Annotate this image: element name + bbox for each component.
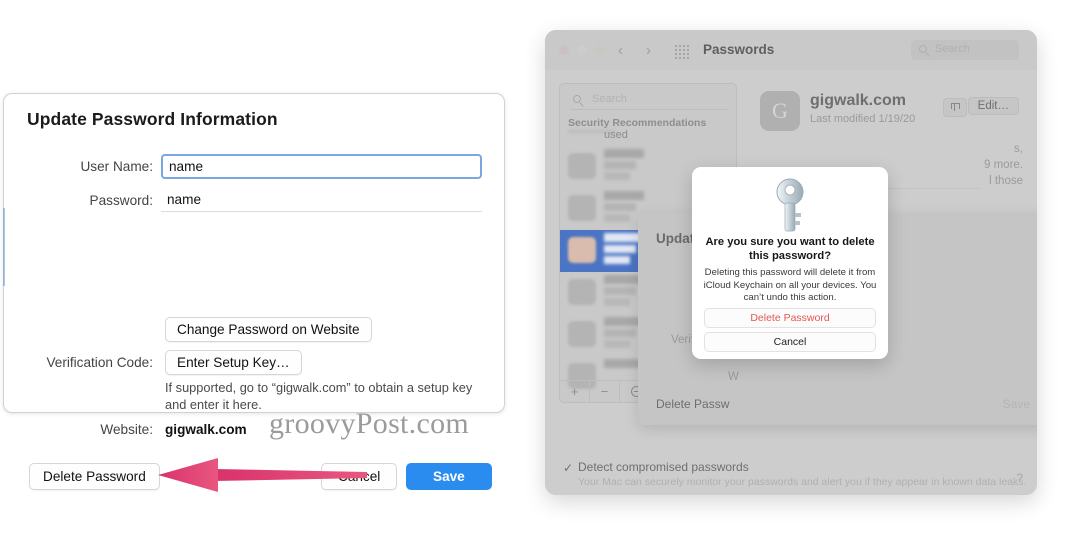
detect-compromised-label: Detect compromised passwords — [578, 460, 749, 474]
share-icon[interactable] — [943, 98, 967, 117]
username-row: User Name: — [21, 154, 482, 179]
list-item-line — [604, 172, 630, 180]
minimize-button-icon[interactable] — [577, 45, 587, 55]
delete-confirmation-alert: Are you sure you want to delete this pas… — [692, 167, 888, 359]
list-item-line — [604, 191, 644, 200]
last-modified-label: Last modified 1/19/20 — [810, 113, 916, 125]
search-icon — [919, 45, 927, 53]
list-item-line — [604, 203, 636, 211]
watermark: groovyPost.com — [269, 407, 470, 440]
list-item-thumb — [568, 237, 596, 263]
cancel-button[interactable]: Cancel — [321, 463, 398, 490]
toolbar-search-input[interactable]: Search — [911, 40, 1019, 60]
list-item-line — [604, 298, 630, 306]
detail-fragment: s, — [1014, 143, 1023, 155]
username-label: User Name: — [80, 159, 153, 174]
alert-body: Deleting this password will delete it fr… — [703, 267, 877, 303]
site-name: gigwalk.com — [810, 92, 907, 109]
back-chevron-icon[interactable]: ‹ — [618, 42, 623, 59]
key-icon — [769, 176, 811, 239]
detail-fragment: l those — [989, 175, 1023, 187]
save-button[interactable]: Save — [406, 463, 492, 490]
background-website-label: W — [728, 371, 739, 383]
list-item-line — [604, 340, 630, 348]
detect-compromised-checkbox[interactable]: ✓ — [563, 461, 573, 475]
remove-password-button[interactable]: − — [590, 381, 620, 402]
sidebar-search-input[interactable]: Search — [570, 92, 728, 110]
close-button-icon[interactable] — [559, 45, 569, 55]
delete-password-button[interactable]: Delete Password — [29, 463, 160, 490]
list-item-line — [604, 149, 644, 158]
grid-icon[interactable] — [675, 45, 689, 59]
list-item-line — [604, 287, 636, 295]
change-password-on-website-button[interactable]: Change Password on Website — [165, 317, 372, 342]
list-item-thumb — [568, 153, 596, 179]
edit-button[interactable]: Edit… — [967, 97, 1019, 115]
alert-cancel-button[interactable]: Cancel — [704, 332, 876, 352]
forward-chevron-icon[interactable]: › — [646, 42, 651, 59]
sidebar-group-header: Security Recommendations — [568, 117, 707, 129]
website-value: gigwalk.com — [165, 422, 247, 437]
alert-delete-password-button[interactable]: Delete Password — [704, 308, 876, 328]
site-favicon: G — [760, 91, 800, 131]
zoom-button-icon[interactable] — [595, 45, 605, 55]
detail-fragment: 9 more. — [984, 159, 1023, 171]
list-item-thumb — [568, 279, 596, 305]
list-item-line — [604, 214, 630, 222]
verification-code-label: Verification Code: — [46, 355, 153, 370]
toolbar-search-placeholder: Search — [935, 43, 970, 55]
list-item-line — [604, 329, 636, 337]
sidebar-partial-text: used — [604, 129, 628, 141]
list-item-thumb — [568, 195, 596, 221]
alert-heading: Are you sure you want to delete this pas… — [705, 236, 875, 262]
list-item-line — [604, 161, 636, 169]
background-delete-button[interactable]: Delete Passw — [656, 397, 729, 411]
detect-compromised-sublabel: Your Mac can securely monitor your passw… — [578, 476, 1027, 488]
username-input[interactable] — [161, 154, 482, 179]
help-button[interactable]: ? — [1016, 471, 1023, 485]
verification-row: Verification Code: Enter Setup Key… — [21, 350, 302, 375]
screenshot-stage: Update Password Information User Name: P… — [0, 0, 1080, 549]
window-footer: ✓ Detect compromised passwords Your Mac … — [545, 455, 1037, 495]
traffic-lights — [559, 45, 605, 55]
window-toolbar: ‹ › Passwords Search — [545, 30, 1037, 70]
dialog-title: Update Password Information — [27, 109, 278, 129]
window-title: Passwords — [703, 42, 775, 57]
enter-setup-key-button[interactable]: Enter Setup Key… — [165, 350, 302, 375]
website-label: Website: — [100, 422, 153, 437]
list-item-line — [604, 256, 630, 264]
sidebar-search-placeholder: Search — [592, 93, 627, 105]
password-label: Password: — [89, 192, 153, 208]
add-password-button[interactable]: + — [560, 381, 590, 402]
list-item-thumb — [568, 321, 596, 347]
list-item-line — [604, 245, 636, 253]
password-input[interactable] — [161, 188, 482, 212]
search-icon — [573, 95, 581, 103]
password-row: Password: — [21, 188, 482, 212]
update-password-dialog: Update Password Information User Name: P… — [3, 93, 505, 492]
website-row: Website: gigwalk.com — [21, 422, 247, 437]
background-save-button[interactable]: Save — [1003, 397, 1030, 411]
